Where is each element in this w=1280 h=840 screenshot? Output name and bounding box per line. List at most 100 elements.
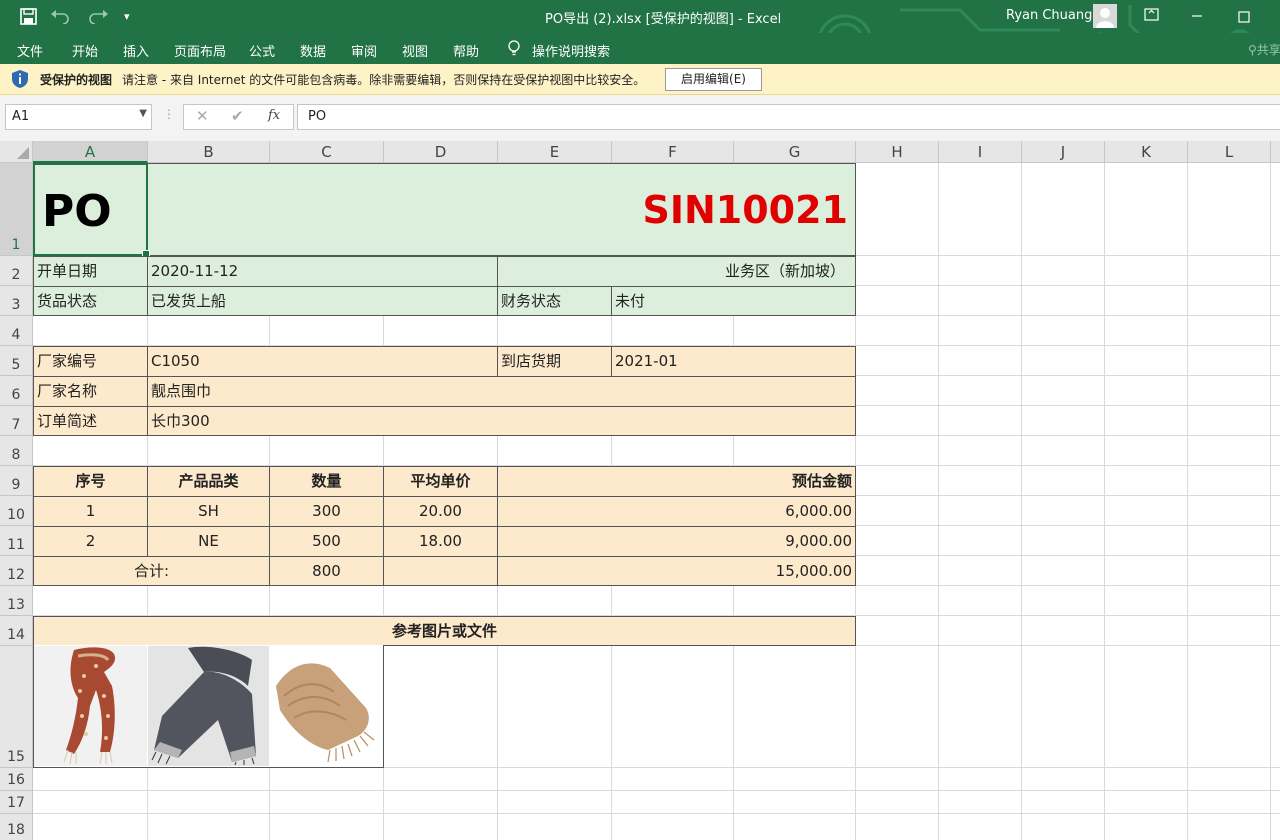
tab-help[interactable]: 帮助	[453, 41, 479, 60]
goods-status-label[interactable]: 货品状态	[33, 286, 148, 316]
column-header-c[interactable]: C	[270, 141, 384, 163]
table-cell-unit-price[interactable]: 18.00	[383, 526, 498, 557]
row-header-15[interactable]: 15	[0, 646, 33, 768]
row-header-14[interactable]: 14	[0, 616, 33, 646]
cancel-icon[interactable]: ✕	[196, 107, 209, 125]
row-header-10[interactable]: 10	[0, 496, 33, 526]
region-value[interactable]: 业务区（新加坡）	[497, 256, 856, 287]
row-header-16[interactable]: 16	[0, 768, 33, 791]
column-header-m[interactable]	[1271, 141, 1280, 163]
scarf-image-2[interactable]	[148, 646, 269, 766]
select-all-corner[interactable]	[0, 141, 33, 163]
redo-icon[interactable]	[87, 8, 109, 28]
column-header-j[interactable]: J	[1022, 141, 1105, 163]
order-desc-value[interactable]: 长巾300	[147, 406, 856, 436]
column-header-b[interactable]: B	[148, 141, 270, 163]
share-button[interactable]: ⚲共享	[1248, 41, 1280, 58]
undo-icon[interactable]	[50, 8, 72, 28]
table-header-qty[interactable]: 数量	[269, 466, 384, 497]
reference-title[interactable]: 参考图片或文件	[33, 616, 856, 646]
row-header-9[interactable]: 9	[0, 466, 33, 496]
row-header-3[interactable]: 3	[0, 286, 33, 316]
customize-qat-icon[interactable]: ▾	[124, 10, 130, 23]
table-cell-category[interactable]: NE	[147, 526, 270, 557]
table-cell-seq[interactable]: 2	[33, 526, 148, 557]
tab-data[interactable]: 数据	[300, 41, 326, 60]
tab-review[interactable]: 审阅	[351, 41, 377, 60]
total-amount[interactable]: 15,000.00	[497, 556, 856, 586]
table-cell-amount[interactable]: 6,000.00	[497, 496, 856, 527]
table-header-category[interactable]: 产品品类	[147, 466, 270, 497]
total-qty[interactable]: 800	[269, 556, 384, 586]
row-header-17[interactable]: 17	[0, 791, 33, 814]
order-date-value[interactable]: 2020-11-12	[147, 256, 498, 287]
table-cell-qty[interactable]: 500	[269, 526, 384, 557]
column-header-f[interactable]: F	[612, 141, 734, 163]
row-header-11[interactable]: 11	[0, 526, 33, 556]
tell-me-search[interactable]: 操作说明搜索	[532, 41, 610, 60]
insert-function-icon[interactable]: fx	[268, 108, 280, 123]
table-cell-category[interactable]: SH	[147, 496, 270, 527]
scarf-image-3[interactable]	[270, 646, 383, 766]
enter-icon[interactable]: ✔	[231, 107, 244, 125]
column-header-i[interactable]: I	[939, 141, 1022, 163]
goods-status-value[interactable]: 已发货上船	[147, 286, 498, 316]
selected-cell-a1[interactable]: PO	[33, 163, 150, 258]
name-box[interactable]: A1 ▼	[5, 104, 152, 130]
column-header-e[interactable]: E	[498, 141, 612, 163]
tab-formulas[interactable]: 公式	[249, 41, 275, 60]
vendor-name-label[interactable]: 厂家名称	[33, 376, 148, 407]
arrival-label[interactable]: 到店货期	[497, 346, 612, 377]
finance-status-label[interactable]: 财务状态	[497, 286, 612, 316]
table-header-unit-price[interactable]: 平均单价	[383, 466, 498, 497]
row-header-7[interactable]: 7	[0, 406, 33, 436]
order-date-label[interactable]: 开单日期	[33, 256, 148, 287]
avatar[interactable]	[1093, 4, 1117, 28]
save-icon[interactable]	[20, 8, 37, 29]
ribbon-display-options-icon[interactable]	[1144, 7, 1159, 25]
row-header-13[interactable]: 13	[0, 586, 33, 616]
formula-value: PO	[308, 109, 327, 124]
tab-view[interactable]: 视图	[402, 41, 428, 60]
user-name[interactable]: Ryan Chuang	[1006, 8, 1092, 23]
vendor-name-value[interactable]: 靓点围巾	[147, 376, 856, 407]
column-header-d[interactable]: D	[384, 141, 498, 163]
row-header-8[interactable]: 8	[0, 436, 33, 466]
formula-input[interactable]: PO	[297, 104, 1280, 130]
table-cell-unit-price[interactable]: 20.00	[383, 496, 498, 527]
row-header-12[interactable]: 12	[0, 556, 33, 586]
maximize-icon[interactable]	[1238, 9, 1250, 27]
enable-editing-button[interactable]: 启用编辑(E)	[665, 68, 762, 91]
table-cell-seq[interactable]: 1	[33, 496, 148, 527]
column-header-k[interactable]: K	[1105, 141, 1188, 163]
total-unit-price-empty[interactable]	[383, 556, 498, 586]
vendor-code-value[interactable]: C1050	[147, 346, 498, 377]
finance-status-value[interactable]: 未付	[611, 286, 856, 316]
table-cell-qty[interactable]: 300	[269, 496, 384, 527]
minimize-icon[interactable]	[1191, 5, 1203, 29]
column-header-a[interactable]: A	[33, 141, 148, 163]
column-header-l[interactable]: L	[1188, 141, 1271, 163]
table-cell-amount[interactable]: 9,000.00	[497, 526, 856, 557]
tab-page-layout[interactable]: 页面布局	[174, 41, 226, 60]
row-header-6[interactable]: 6	[0, 376, 33, 406]
row-header-5[interactable]: 5	[0, 346, 33, 376]
arrival-value[interactable]: 2021-01	[611, 346, 856, 377]
vendor-code-label[interactable]: 厂家编号	[33, 346, 148, 377]
more-options-icon[interactable]: ⋮	[163, 107, 175, 121]
table-header-seq[interactable]: 序号	[33, 466, 148, 497]
tab-file[interactable]: 文件	[17, 41, 43, 60]
column-header-g[interactable]: G	[734, 141, 856, 163]
order-desc-label[interactable]: 订单简述	[33, 406, 148, 436]
row-header-2[interactable]: 2	[0, 256, 33, 286]
row-header-1[interactable]: 1	[0, 163, 33, 256]
row-header-4[interactable]: 4	[0, 316, 33, 346]
row-header-18[interactable]: 18	[0, 814, 33, 840]
tab-insert[interactable]: 插入	[123, 41, 149, 60]
chevron-down-icon[interactable]: ▼	[139, 108, 147, 119]
tab-home[interactable]: 开始	[72, 41, 98, 60]
column-header-h[interactable]: H	[856, 141, 939, 163]
total-label[interactable]: 合计:	[33, 556, 270, 586]
scarf-image-1[interactable]	[34, 646, 147, 766]
table-header-amount[interactable]: 预估金额	[497, 466, 856, 497]
